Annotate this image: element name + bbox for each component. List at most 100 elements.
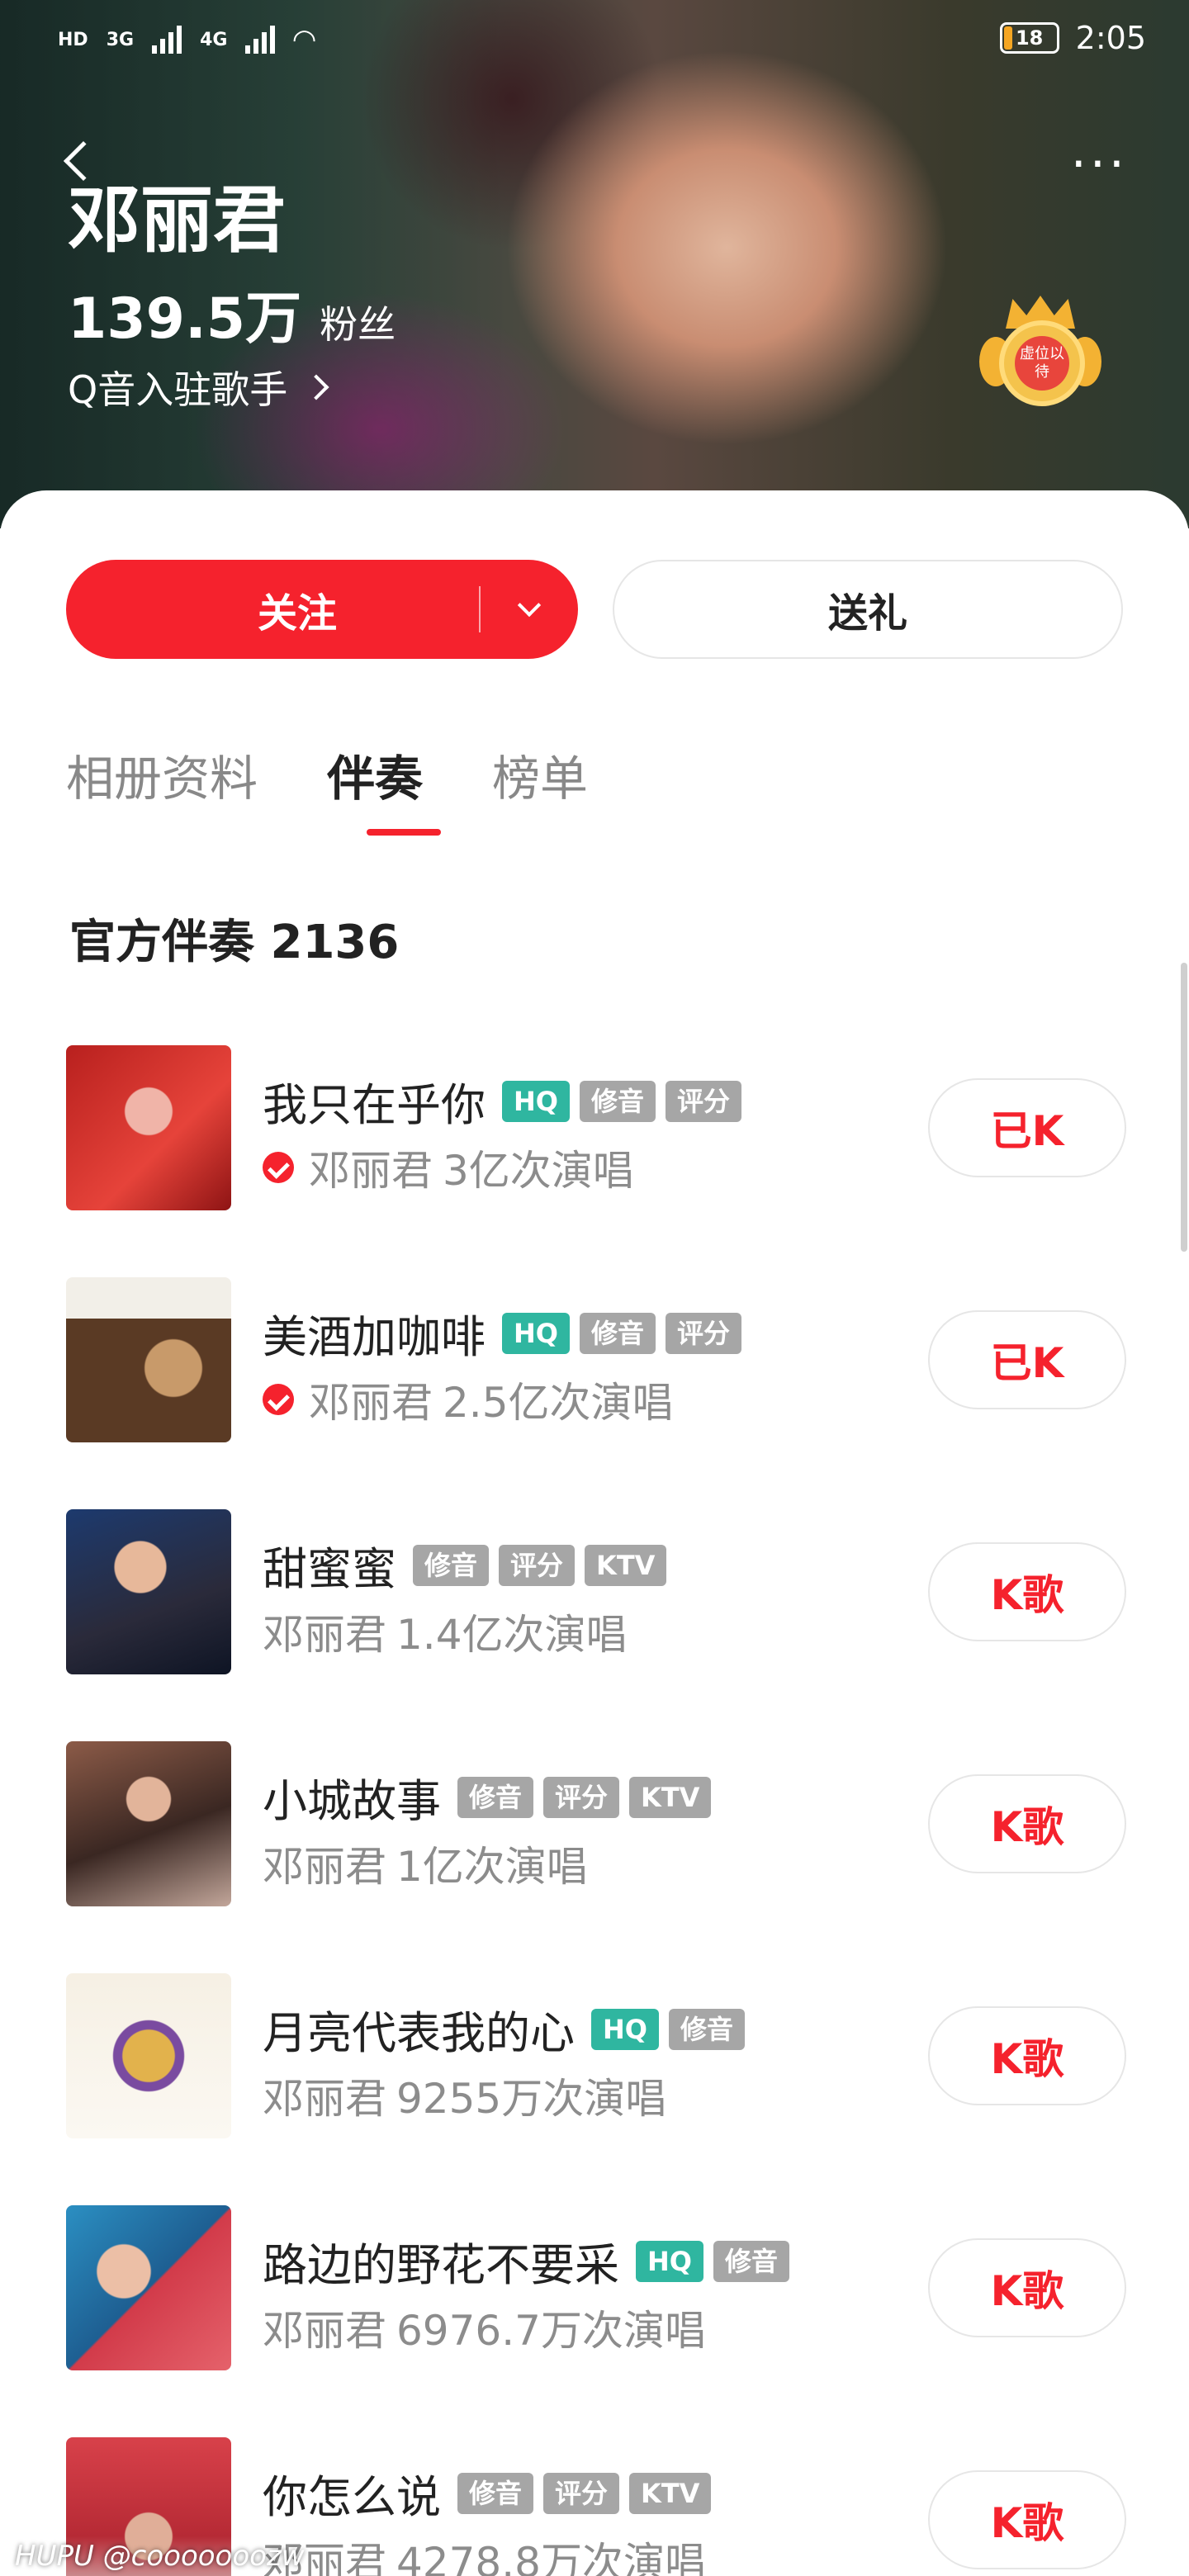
- song-meta: 邓丽君 9255万次演唱: [263, 2066, 666, 2125]
- karaoke-button[interactable]: K歌: [928, 2470, 1126, 2569]
- chevron-down-icon: [517, 593, 542, 618]
- song-artist: 邓丽君: [263, 2075, 386, 2123]
- karaoke-button[interactable]: K歌: [928, 2238, 1126, 2337]
- karaoke-button[interactable]: 已K: [928, 1310, 1126, 1409]
- song-plays: 1.4亿次演唱: [396, 1611, 628, 1659]
- song-plays: 9255万次演唱: [396, 2075, 667, 2123]
- artist-name: 邓丽君: [68, 178, 287, 263]
- song-meta: 邓丽君 6976.7万次演唱: [263, 2298, 706, 2357]
- song-artist: 邓丽君: [309, 1379, 433, 1427]
- 3g-indicator: 3G: [106, 29, 135, 50]
- badge-emblem: 虚位以待: [999, 320, 1085, 406]
- feature-tag: 评分: [666, 1312, 742, 1354]
- album-cover[interactable]: [66, 1741, 231, 1906]
- karaoke-button[interactable]: K歌: [928, 2006, 1126, 2105]
- follow-dropdown[interactable]: [481, 593, 578, 618]
- song-meta: 邓丽君 1.4亿次演唱: [263, 1602, 628, 1661]
- singer-link-label: Q音入驻歌手: [68, 367, 288, 412]
- song-artist: 邓丽君: [263, 2307, 386, 2355]
- network-indicators: HD 3G 4G ◠: [58, 23, 315, 56]
- song-title-line: 美酒加咖啡 HQ 修音 评分: [263, 1300, 742, 1366]
- song-list: 我只在乎你 HQ 修音 评分 邓丽君 3亿次演唱 已K 美酒加咖啡 HQ 修音 评分 邓丽君 2.5亿次…: [0, 1045, 1189, 2576]
- follow-label: 关注: [257, 590, 337, 637]
- song-meta: 邓丽君 2.5亿次演唱: [263, 1370, 674, 1429]
- song-row[interactable]: 我只在乎你 HQ 修音 评分 邓丽君 3亿次演唱 已K: [0, 1045, 1189, 1277]
- song-row[interactable]: 小城故事 修音 评分 KTV 邓丽君 1亿次演唱 K歌: [0, 1741, 1189, 1973]
- karaoke-button[interactable]: K歌: [928, 1774, 1126, 1873]
- fans-info: 139.5万 粉丝: [68, 272, 396, 354]
- karaoke-button[interactable]: K歌: [928, 1542, 1126, 1641]
- song-title: 月亮代表我的心: [263, 2007, 575, 2059]
- badge-text: 虚位以待: [1015, 336, 1069, 391]
- hq-tag: HQ: [502, 1080, 570, 1122]
- feature-tag: 修音: [413, 1544, 490, 1586]
- song-artist: 邓丽君: [263, 1611, 386, 1659]
- gift-button[interactable]: 送礼: [613, 560, 1123, 659]
- song-plays: 1亿次演唱: [396, 1843, 588, 1891]
- feature-tag: 修音: [457, 2472, 534, 2514]
- song-plays: 6976.7万次演唱: [396, 2307, 706, 2355]
- feature-tag: 评分: [499, 1544, 576, 1586]
- signal-icon-2: [245, 26, 276, 54]
- feature-tag: 评分: [666, 1080, 742, 1122]
- feature-tag: KTV: [629, 1776, 712, 1818]
- watermark: HUPU @cooooooozw: [15, 2540, 305, 2573]
- song-title-line: 我只在乎你 HQ 修音 评分: [263, 1068, 742, 1134]
- section-title: 官方伴奏 2136: [69, 916, 400, 969]
- sung-check-icon: [263, 1152, 294, 1183]
- album-cover[interactable]: [66, 1045, 231, 1210]
- wifi-icon: ◠: [293, 23, 315, 56]
- song-plays: 3亿次演唱: [443, 1147, 634, 1195]
- song-meta: 邓丽君 4278.8万次演唱: [263, 2530, 706, 2576]
- feature-tag: KTV: [629, 2472, 712, 2514]
- active-tab-indicator: [367, 829, 441, 836]
- song-title: 美酒加咖啡: [263, 1311, 486, 1363]
- clock: 2:05: [1075, 20, 1146, 56]
- reserved-seat-badge[interactable]: 虚位以待: [974, 296, 1106, 419]
- battery-level: 18: [1015, 26, 1044, 50]
- hq-tag: HQ: [636, 2240, 703, 2282]
- song-plays: 4278.8万次演唱: [396, 2539, 706, 2576]
- sung-check-icon: [263, 1384, 294, 1415]
- tab-bar: 相册资料 伴奏 榜单: [66, 740, 588, 809]
- 4g-indicator: 4G: [200, 29, 228, 50]
- song-meta: 邓丽君 1亿次演唱: [263, 1834, 588, 1893]
- album-cover[interactable]: [66, 2205, 231, 2370]
- tab-album-profile[interactable]: 相册资料: [66, 740, 258, 809]
- karaoke-button[interactable]: 已K: [928, 1078, 1126, 1177]
- fans-count: 139.5万: [68, 286, 302, 352]
- song-title: 我只在乎你: [263, 1079, 486, 1131]
- chevron-right-icon: [303, 374, 329, 400]
- song-title-line: 你怎么说 修音 评分 KTV: [263, 2460, 712, 2526]
- hd-indicator: HD: [58, 29, 88, 50]
- song-row[interactable]: 甜蜜蜜 修音 评分 KTV 邓丽君 1.4亿次演唱 K歌: [0, 1509, 1189, 1741]
- song-title-line: 甜蜜蜜 修音 评分 KTV: [263, 1532, 667, 1598]
- feature-tag: 修音: [579, 1312, 656, 1354]
- scrollbar[interactable]: [1181, 963, 1187, 1252]
- fans-label: 粉丝: [320, 302, 396, 347]
- album-cover[interactable]: [66, 1973, 231, 2138]
- hq-tag: HQ: [591, 2008, 659, 2050]
- feature-tag: 评分: [543, 1776, 620, 1818]
- follow-button[interactable]: 关注: [66, 560, 578, 659]
- song-row[interactable]: 月亮代表我的心 HQ 修音 邓丽君 9255万次演唱 K歌: [0, 1973, 1189, 2205]
- album-cover[interactable]: [66, 1509, 231, 1674]
- battery-icon: 18: [999, 22, 1059, 54]
- song-row[interactable]: 美酒加咖啡 HQ 修音 评分邓丽君 2.5亿次演唱 已K: [0, 1277, 1189, 1509]
- song-title-line: 月亮代表我的心 HQ 修音: [263, 1996, 745, 2062]
- song-title-line: 路边的野花不要采 HQ 修音: [263, 2228, 789, 2294]
- song-row[interactable]: 路边的野花不要采 HQ 修音 邓丽君 6976.7万次演唱 K歌: [0, 2205, 1189, 2437]
- song-title: 甜蜜蜜: [263, 1543, 396, 1595]
- more-icon[interactable]: ···: [1071, 140, 1128, 189]
- song-title: 你怎么说: [263, 2471, 441, 2523]
- feature-tag: 修音: [579, 1080, 656, 1122]
- song-meta: 邓丽君 3亿次演唱: [263, 1138, 634, 1197]
- tab-accompaniment[interactable]: 伴奏: [327, 740, 423, 809]
- singer-profile-link[interactable]: Q音入驻歌手: [68, 360, 329, 414]
- feature-tag: 修音: [713, 2240, 789, 2282]
- song-artist: 邓丽君: [309, 1147, 433, 1195]
- album-cover[interactable]: [66, 1277, 231, 1442]
- hq-tag: HQ: [502, 1312, 570, 1354]
- tab-charts[interactable]: 榜单: [492, 740, 588, 809]
- song-title: 小城故事: [263, 1775, 441, 1827]
